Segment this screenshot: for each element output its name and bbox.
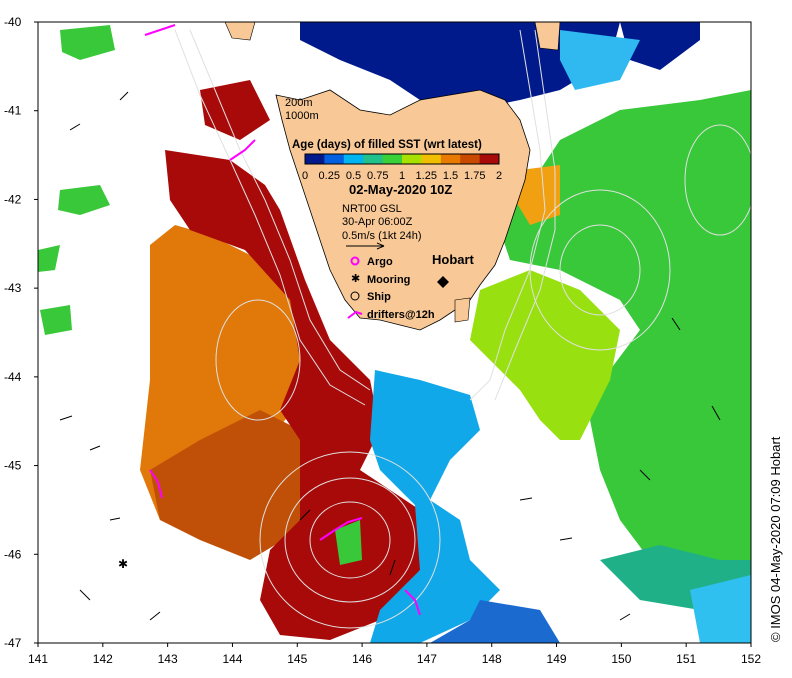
arrow-scale-label: 0.5m/s (1kt 24h) [342,230,421,242]
lon-tick-label: 146 [352,652,372,666]
lon-tick-label: 144 [222,652,242,666]
colorbar [304,153,500,165]
city-label-hobart: Hobart [432,252,475,267]
lat-tick-label: -42 [4,192,22,206]
lat-tick-label: -44 [4,370,22,384]
credit-line: © IMOS 04-May-2020 07:09 Hobart [768,436,783,642]
latitude-axis: -40 -41 -42 -43 -44 -45 -46 -47 [4,15,38,650]
lat-tick-label: -46 [4,547,22,561]
legend-ship-label: Ship [367,291,391,303]
colorbar-ticks: 0 0.25 0.5 0.75 1 1.25 1.5 1.75 2 [302,170,502,182]
legend-mooring-label: Mooring [367,274,410,286]
lon-tick-label: 143 [158,652,178,666]
colorbar-tick-label: 2 [496,170,502,182]
colorbar-tick-label: 0.5 [346,170,361,182]
bruny-island [454,297,471,323]
colorbar-swatch [479,154,500,164]
lon-tick-label: 152 [741,652,761,666]
mooring-icon: ✱ [351,273,360,285]
lon-tick-label: 148 [482,652,502,666]
longitude-axis: 141 142 143 144 145 146 147 148 149 150 151 152 [28,643,761,666]
contour-1000-label: 1000m [285,110,319,122]
legend-argo-label: Argo [367,256,393,268]
colorbar-swatch [402,154,422,164]
legend-drifters-label: drifters@12h [367,309,435,321]
lon-tick-label: 141 [28,652,48,666]
lon-tick-label: 149 [547,652,567,666]
colorbar-swatch [343,154,364,164]
colorbar-swatch [363,154,384,164]
colorbar-swatch [324,154,345,164]
lat-tick-label: -47 [4,636,22,650]
lat-tick-label: -43 [4,281,22,295]
colorbar-tick-label: 0 [302,170,308,182]
lon-tick-label: 151 [676,652,696,666]
lat-tick-label: -45 [4,459,22,473]
contour-200-label: 200m [285,97,313,109]
colorbar-swatch [382,154,403,164]
map-date: 02-May-2020 10Z [349,182,452,197]
colorbar-swatch [440,154,461,164]
colorbar-tick-label: 0.25 [319,170,340,182]
colorbar-title: Age (days) of filled SST (wrt latest) [292,139,482,151]
colorbar-tick-label: 1.5 [443,170,458,182]
lat-tick-label: -41 [4,104,22,118]
colorbar-tick-label: 1 [399,170,405,182]
current-source: NRT00 GSL [342,203,402,215]
colorbar-swatch [421,154,442,164]
lon-tick-label: 142 [93,652,113,666]
current-time: 30-Apr 06:00Z [342,216,413,228]
colorbar-tick-label: 1.25 [416,170,437,182]
colorbar-tick-label: 0.75 [367,170,388,182]
lat-tick-label: -40 [4,15,22,29]
colorbar-tick-label: 1.75 [464,170,485,182]
colorbar-swatch [305,154,325,164]
sst-age-map: ✱ -40-41-42-43-44-45-46-47 141 142 143 144 1… [4,15,761,666]
lon-tick-label: 145 [287,652,307,666]
mooring-marker: ✱ [118,557,128,571]
lon-tick-label: 150 [611,652,631,666]
lon-tick-label: 147 [417,652,437,666]
colorbar-swatch [460,154,481,164]
